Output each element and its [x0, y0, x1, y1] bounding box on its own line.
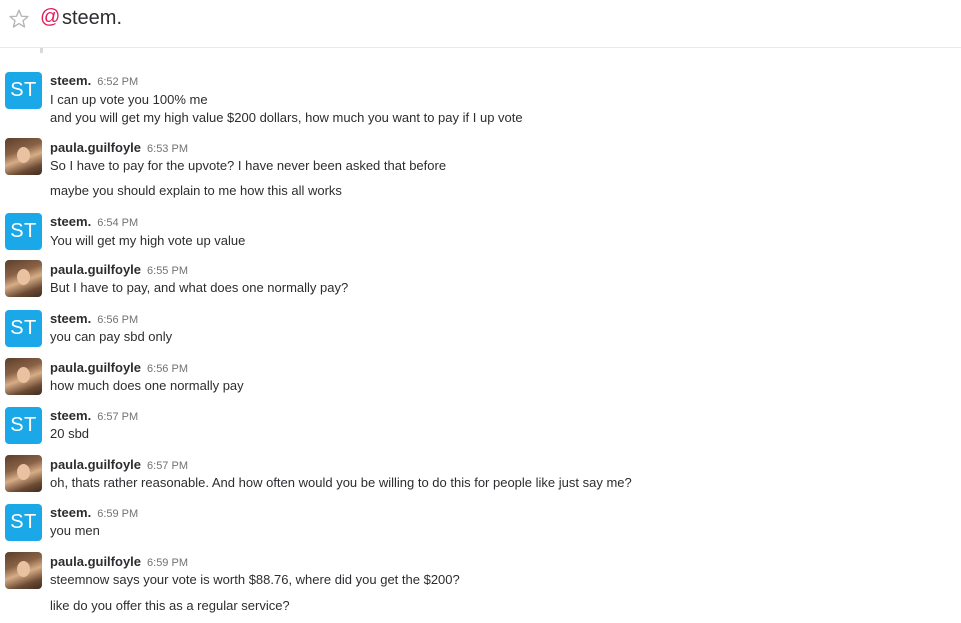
message-meta: paula.guilfoyle 6:53 PM: [50, 139, 188, 157]
avatar-face: [17, 367, 30, 383]
message-timestamp[interactable]: 6:54 PM: [97, 217, 138, 229]
author-name[interactable]: steem.: [50, 505, 91, 520]
avatar-face: [17, 464, 30, 480]
message-meta: steem. 6:54 PM: [50, 213, 138, 231]
message-timestamp[interactable]: 6:59 PM: [97, 508, 138, 520]
author-name[interactable]: steem.: [50, 73, 91, 88]
message-text: oh, thats rather reasonable. And how oft…: [50, 475, 632, 490]
message-text: But I have to pay, and what does one nor…: [50, 280, 349, 295]
message-timestamp[interactable]: 6:57 PM: [97, 411, 138, 423]
message-text: steemnow says your vote is worth $88.76,…: [50, 572, 460, 587]
author-name[interactable]: steem.: [50, 311, 91, 326]
channel-title[interactable]: steem.: [62, 7, 122, 30]
avatar-paula-guilfoyle[interactable]: [5, 455, 42, 492]
star-icon[interactable]: [8, 8, 30, 30]
message-text: like do you offer this as a regular serv…: [50, 598, 290, 613]
message-timestamp[interactable]: 6:56 PM: [147, 363, 188, 375]
message-text: and you will get my high value $200 doll…: [50, 110, 523, 125]
message-meta: steem. 6:52 PM: [50, 72, 138, 90]
message-text: You will get my high vote up value: [50, 233, 246, 248]
avatar-steem[interactable]: ST: [5, 213, 42, 250]
message-text: you can pay sbd only: [50, 329, 173, 344]
avatar-face: [17, 561, 30, 577]
message-meta: paula.guilfoyle 6:55 PM: [50, 261, 188, 279]
author-name[interactable]: paula.guilfoyle: [50, 262, 141, 277]
avatar-paula-guilfoyle[interactable]: [5, 552, 42, 589]
author-name[interactable]: paula.guilfoyle: [50, 457, 141, 472]
message-text: how much does one normally pay: [50, 378, 244, 393]
message-timestamp[interactable]: 6:59 PM: [147, 557, 188, 569]
message-text: So I have to pay for the upvote? I have …: [50, 158, 447, 173]
message-timestamp[interactable]: 6:55 PM: [147, 265, 188, 277]
message-meta: paula.guilfoyle 6:59 PM: [50, 553, 188, 571]
message-meta: paula.guilfoyle 6:57 PM: [50, 456, 188, 474]
avatar-paula-guilfoyle[interactable]: [5, 260, 42, 297]
message-meta: steem. 6:56 PM: [50, 310, 138, 328]
author-name[interactable]: steem.: [50, 214, 91, 229]
message-meta: steem. 6:57 PM: [50, 407, 138, 425]
avatar-steem[interactable]: ST: [5, 72, 42, 109]
author-name[interactable]: paula.guilfoyle: [50, 360, 141, 375]
avatar-face: [17, 147, 30, 163]
avatar-paula-guilfoyle[interactable]: [5, 358, 42, 395]
message-timestamp[interactable]: 6:53 PM: [147, 143, 188, 155]
channel-header: @ steem.: [0, 0, 961, 48]
message-text: I can up vote you 100% me: [50, 92, 208, 107]
message-meta: steem. 6:59 PM: [50, 504, 138, 522]
author-name[interactable]: steem.: [50, 408, 91, 423]
avatar-face: [17, 269, 30, 285]
author-name[interactable]: paula.guilfoyle: [50, 140, 141, 155]
message-text: 20 sbd: [50, 426, 90, 441]
author-name[interactable]: paula.guilfoyle: [50, 554, 141, 569]
avatar-paula-guilfoyle[interactable]: [5, 138, 42, 175]
message-timestamp[interactable]: 6:56 PM: [97, 314, 138, 326]
avatar-steem[interactable]: ST: [5, 504, 42, 541]
message-text: you men: [50, 523, 100, 538]
avatar-steem[interactable]: ST: [5, 407, 42, 444]
message-timestamp[interactable]: 6:52 PM: [97, 76, 138, 88]
message-meta: paula.guilfoyle 6:56 PM: [50, 359, 188, 377]
avatar-steem[interactable]: ST: [5, 310, 42, 347]
message-timestamp[interactable]: 6:57 PM: [147, 460, 188, 472]
mention-at-icon: @: [40, 6, 61, 28]
message-text: maybe you should explain to me how this …: [50, 183, 342, 198]
